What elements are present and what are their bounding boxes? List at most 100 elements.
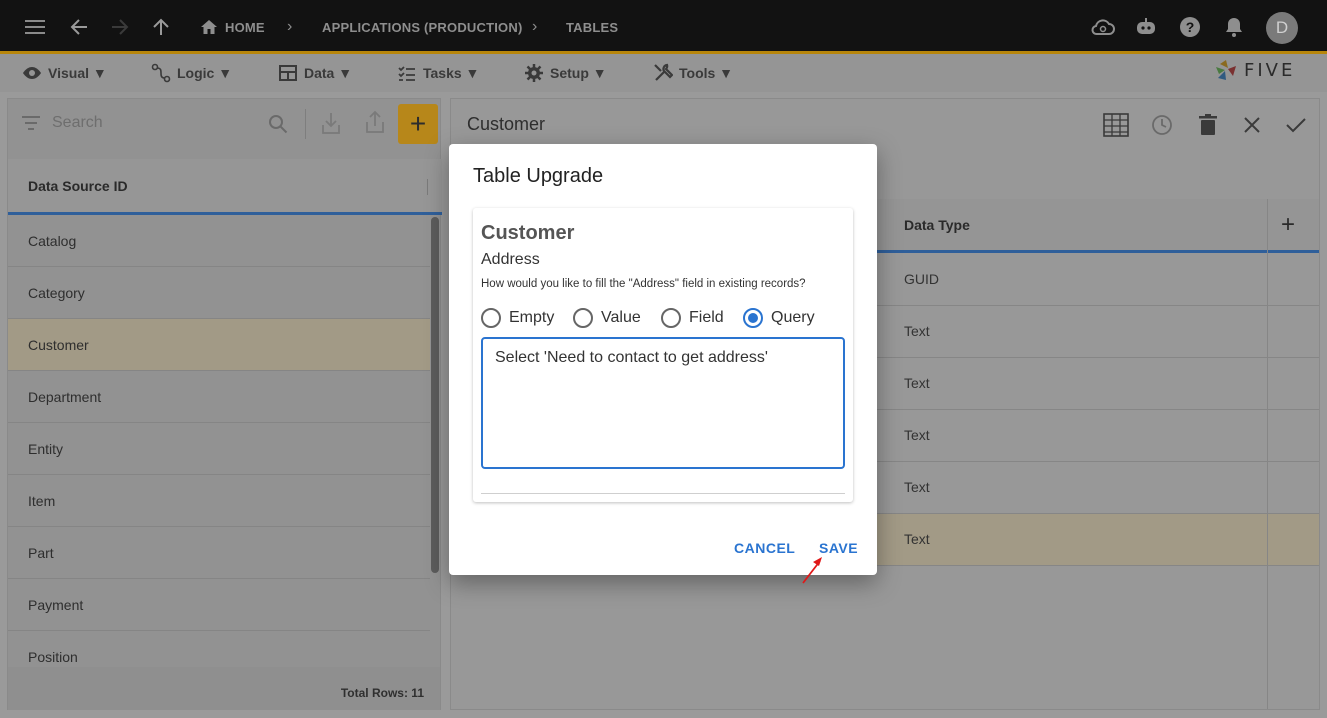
data-type-cell: Text [904, 375, 930, 391]
radio-circle[interactable] [743, 308, 763, 328]
menu-data-label: Data ▼ [304, 65, 353, 81]
divider [481, 493, 845, 494]
breadcrumb-home[interactable]: HOME [225, 0, 265, 54]
column-header[interactable]: Data Source ID [8, 159, 442, 215]
panel-title: Customer [467, 114, 546, 134]
field-name: Address [481, 251, 540, 268]
cloud-sync-icon[interactable] [1088, 12, 1118, 42]
radio-field[interactable]: Field [661, 306, 724, 330]
radio-query[interactable]: Query [743, 306, 815, 330]
five-logo-mark-icon [1216, 60, 1236, 80]
list-scrollbar[interactable] [431, 217, 439, 573]
check-icon[interactable] [1282, 111, 1310, 139]
search-icon[interactable] [268, 114, 288, 134]
top-app-bar: HOME › APPLICATIONS (PRODUCTION) › TABLE… [0, 0, 1327, 54]
list-item[interactable]: Item [8, 475, 430, 527]
menu-setup[interactable]: Setup ▼ [524, 54, 607, 92]
chevron-right-icon: › [532, 18, 538, 35]
five-logo: FIVE [1214, 58, 1295, 82]
radio-circle[interactable] [481, 308, 501, 328]
close-icon[interactable] [1238, 111, 1266, 139]
filter-icon[interactable] [22, 116, 40, 130]
menu-tasks-label: Tasks ▼ [423, 65, 480, 81]
data-type-header[interactable]: Data Type [904, 217, 970, 233]
radio-label: Field [689, 309, 724, 326]
add-field-icon[interactable]: + [1281, 211, 1295, 239]
upgrade-card: Customer Address How would you like to f… [473, 208, 853, 502]
fill-option-group: Empty Value Field Query [481, 306, 851, 330]
grid-icon[interactable] [1102, 111, 1130, 139]
delete-icon[interactable] [1194, 111, 1222, 139]
data-source-list: Catalog Category Customer Department Ent… [8, 215, 430, 683]
search-bar: Search + [8, 99, 442, 149]
data-type-cell: GUID [904, 271, 939, 287]
chevron-right-icon: › [287, 18, 293, 35]
list-item[interactable]: Catalog [8, 215, 430, 267]
list-item[interactable]: Category [8, 267, 430, 319]
card-title: Customer [481, 222, 575, 244]
list-item-selected[interactable]: Customer [8, 319, 430, 371]
menu-setup-label: Setup ▼ [550, 65, 607, 81]
column-resize-handle[interactable] [427, 179, 428, 195]
menu-logic[interactable]: Logic ▼ [151, 54, 232, 92]
back-icon[interactable] [64, 12, 94, 42]
data-type-cell: Text [904, 479, 930, 495]
wrench-icon [654, 63, 673, 81]
bell-icon[interactable] [1219, 12, 1249, 42]
avatar[interactable]: D [1266, 12, 1298, 44]
import-icon[interactable] [321, 111, 341, 135]
menu-tasks[interactable]: Tasks ▼ [397, 54, 479, 92]
menu-visual[interactable]: Visual ▼ [22, 54, 107, 92]
add-button[interactable]: + [398, 104, 438, 144]
history-icon[interactable] [1148, 111, 1176, 139]
data-type-cell: Text [904, 323, 930, 339]
list-footer: Total Rows: 11 [8, 667, 440, 710]
radio-empty[interactable]: Empty [481, 306, 554, 330]
help-icon[interactable]: ? [1175, 12, 1205, 42]
list-item[interactable]: Payment [8, 579, 430, 631]
brand-name: FIVE [1244, 59, 1296, 81]
menu-logic-label: Logic ▼ [177, 65, 233, 81]
menu-icon[interactable] [20, 12, 50, 42]
column-header-label: Data Source ID [28, 178, 128, 194]
query-input[interactable]: Select 'Need to contact to get address' [481, 337, 845, 469]
up-icon[interactable] [146, 12, 176, 42]
divider [305, 109, 306, 139]
table-icon [279, 65, 297, 81]
gear-icon [525, 64, 543, 82]
radio-circle[interactable] [661, 308, 681, 328]
radio-label: Query [771, 309, 815, 326]
home-icon[interactable] [194, 12, 224, 42]
fill-question: How would you like to fill the "Address"… [481, 278, 806, 290]
menu-visual-label: Visual ▼ [48, 65, 107, 81]
radio-dot [748, 313, 758, 323]
menu-data[interactable]: Data ▼ [278, 54, 352, 92]
checklist-icon [398, 66, 415, 81]
radio-label: Empty [509, 309, 555, 326]
svg-text:?: ? [1186, 19, 1195, 35]
menu-bar: Visual ▼ Logic ▼ Data ▼ Tasks ▼ Setup ▼ … [0, 54, 1327, 92]
radio-circle[interactable] [573, 308, 593, 328]
breadcrumb-tables: TABLES [566, 19, 619, 35]
chat-bot-icon[interactable] [1131, 12, 1161, 42]
table-upgrade-dialog: Table Upgrade Customer Address How would… [449, 144, 877, 575]
data-type-cell: Text [904, 531, 930, 547]
breadcrumb-applications[interactable]: APPLICATIONS (PRODUCTION) [322, 0, 522, 54]
list-item[interactable]: Part [8, 527, 430, 579]
list-item[interactable]: Entity [8, 423, 430, 475]
radio-label: Value [601, 309, 641, 326]
radio-value[interactable]: Value [573, 306, 641, 330]
menu-tools[interactable]: Tools ▼ [653, 54, 733, 92]
dialog-title: Table Upgrade [473, 165, 604, 187]
column-divider [1267, 199, 1268, 709]
forward-icon[interactable] [105, 12, 135, 42]
export-icon[interactable] [365, 110, 385, 134]
data-source-list-panel: Search + Data Source ID Catalog Category… [7, 98, 442, 710]
pointer-arrow-icon [802, 557, 822, 584]
search-input[interactable]: Search [52, 114, 103, 132]
list-item[interactable]: Department [8, 371, 430, 423]
flow-icon [151, 63, 171, 83]
total-rows: Total Rows: 11 [340, 686, 424, 700]
cancel-button[interactable]: CANCEL [734, 540, 795, 556]
menu-tools-label: Tools ▼ [679, 65, 734, 81]
